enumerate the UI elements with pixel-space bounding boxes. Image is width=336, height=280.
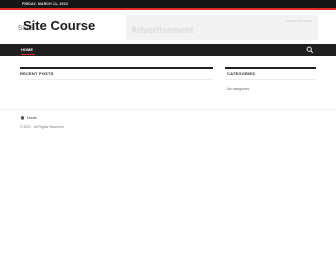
recent-posts-divider	[20, 67, 213, 69]
copyright-text: © 2021 - All Rights Reserved.	[20, 125, 65, 129]
current-date: FRIDAY, MARCH 11, 2022	[22, 2, 69, 6]
top-bar: FRIDAY, MARCH 11, 2022	[0, 0, 336, 10]
home-icon	[20, 115, 25, 120]
ad-label: Advertisement	[131, 25, 194, 35]
main-nav: HOME	[0, 44, 336, 56]
advertisement-banner[interactable]: ADVERTISE HERE Advertisement	[126, 15, 318, 40]
footer-divider	[0, 109, 336, 110]
search-icon[interactable]	[306, 46, 314, 54]
categories-underline	[225, 79, 316, 80]
site-title[interactable]: Site Course	[23, 18, 95, 33]
recent-posts-underline	[20, 79, 213, 80]
categories-divider	[225, 67, 316, 69]
nav-active-indicator	[21, 54, 35, 55]
breadcrumb: Home	[20, 115, 37, 120]
breadcrumb-home-link[interactable]: Home	[27, 116, 37, 120]
ad-note: ADVERTISE HERE	[285, 19, 312, 23]
recent-posts-heading: RECENT POSTS	[20, 71, 54, 76]
no-categories-text: No categories	[227, 87, 250, 91]
categories-heading: CATEGORIES	[227, 71, 256, 76]
